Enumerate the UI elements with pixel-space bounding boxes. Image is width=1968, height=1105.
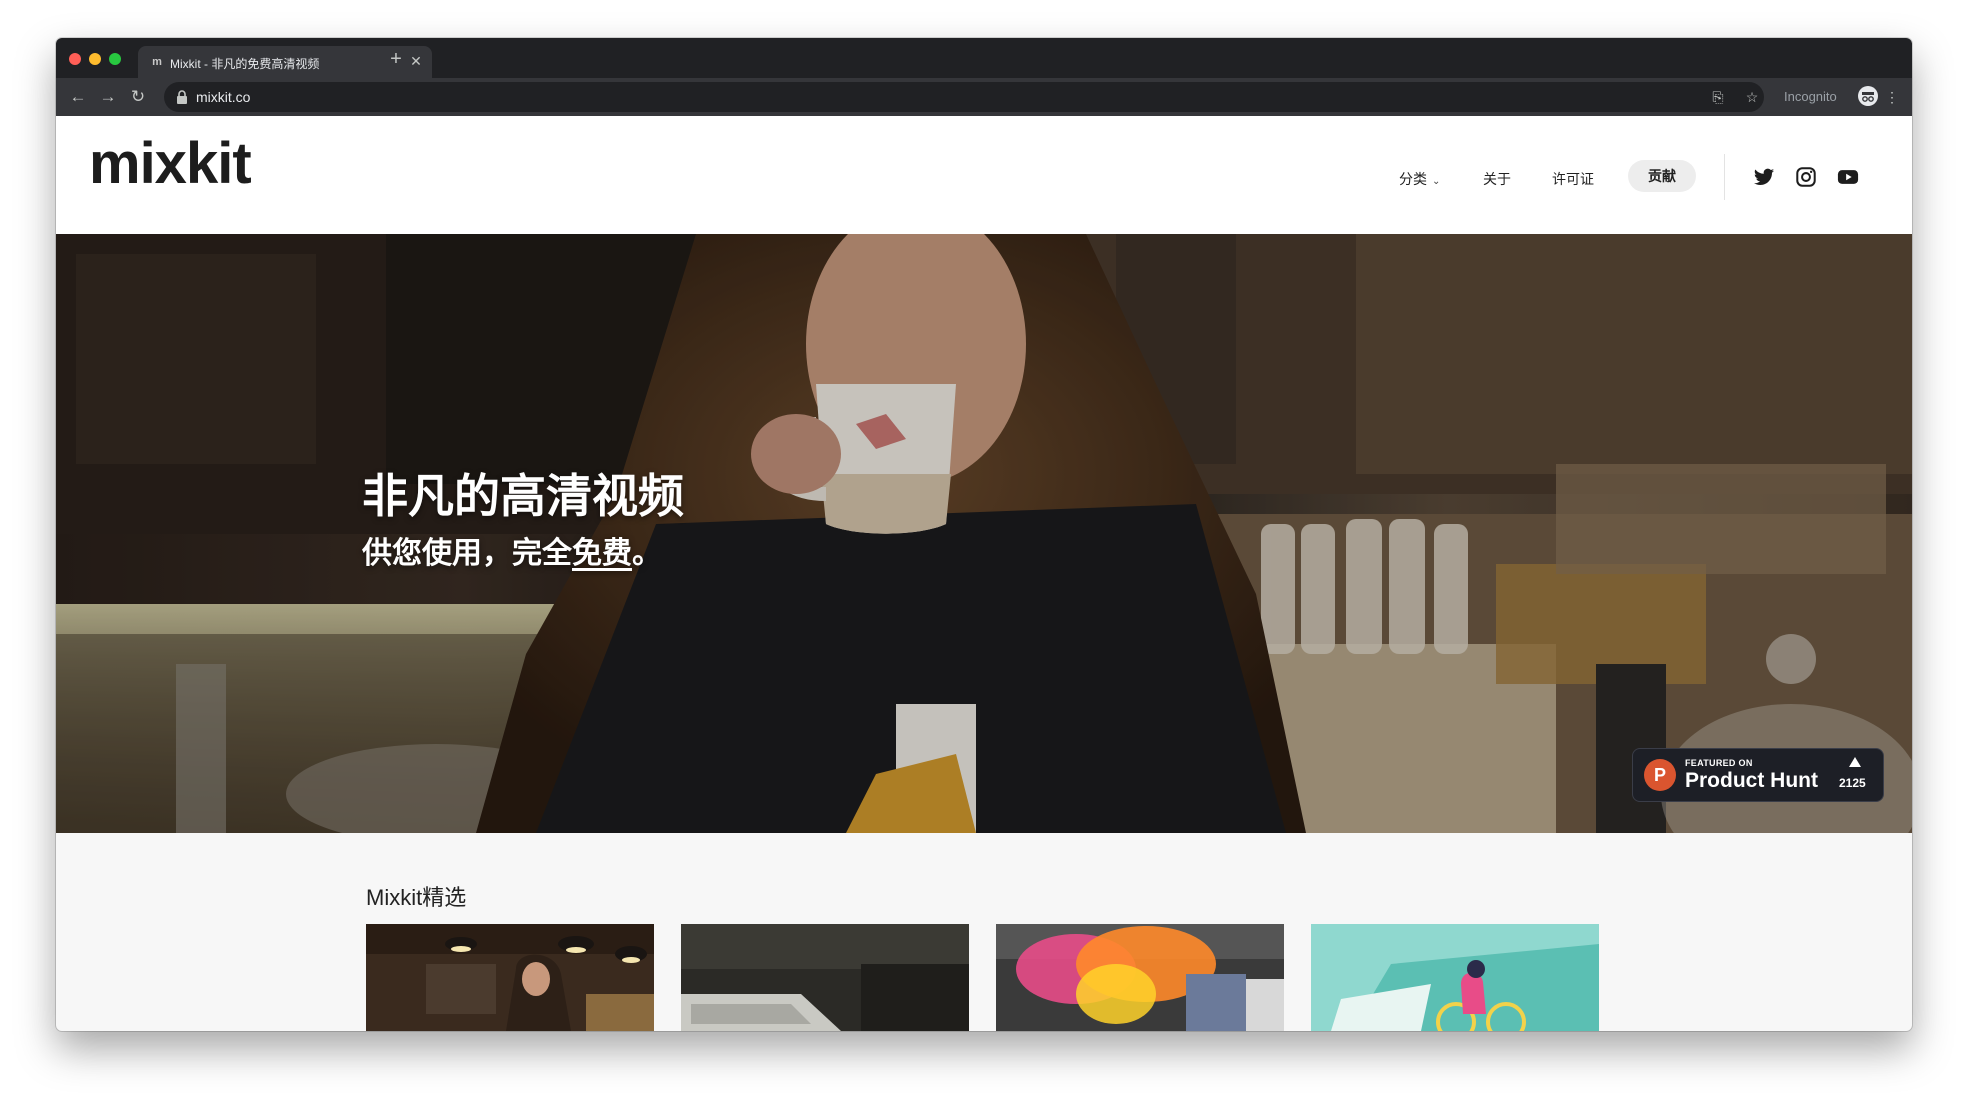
contribute-button[interactable]: 贡献 [1628,160,1696,192]
hero-subtitle-free[interactable]: 免费 [572,537,632,570]
incognito-icon[interactable] [1858,86,1878,106]
hero-video[interactable]: 非凡的高清视频 供您使用，完全免费。 P FEATURED ON Product… [56,234,1912,833]
youtube-icon[interactable] [1837,166,1859,188]
hero-subtitle: 供您使用，完全免费。 [362,528,662,572]
nav-license[interactable]: 许可证 [1552,169,1594,189]
hero-background-image [56,234,1912,833]
chevron-down-icon: ⌄ [1432,176,1441,187]
video-thumbnail[interactable] [996,924,1284,1031]
upvote-count: 2125 [1839,776,1866,790]
thumbnail-color-smoke-image [996,924,1284,1031]
video-thumbnail[interactable] [1311,924,1599,1031]
product-hunt-badge[interactable]: P FEATURED ON Product Hunt 2125 [1632,748,1884,802]
favicon-icon: m [152,56,162,68]
nav-divider [1724,154,1725,200]
site-header: mixkit 分类 ⌄ 关于 许可证 贡献 [56,116,1912,234]
forward-arrow-icon[interactable]: → [98,87,118,107]
nav-about[interactable]: 关于 [1483,169,1511,189]
thumbnail-laptop-image [681,924,969,1031]
translate-icon[interactable]: ⎘ [1708,87,1728,107]
hero-title: 非凡的高清视频 [362,470,684,522]
url-text: mixkit.co [196,89,251,105]
upvote-arrow-icon [1849,757,1861,767]
maximize-window-button[interactable] [109,53,121,65]
nav-categories-label: 分类 [1399,171,1427,187]
mixkit-logo[interactable]: mixkit [89,130,252,197]
plus-icon[interactable]: + [386,49,406,70]
browser-toolbar: ← → ↻ mixkit.co ⎘ ☆ Incognito ⋮ [56,78,1912,116]
product-hunt-icon: P [1644,759,1676,791]
thumbnail-cyclist-animation-image [1311,924,1599,1031]
incognito-label: Incognito [1784,89,1837,104]
address-bar[interactable]: mixkit.co [164,82,1764,112]
featured-section-title: Mixkit精选 [366,885,467,910]
close-window-button[interactable] [69,53,81,65]
lock-icon [177,90,187,104]
twitter-icon[interactable] [1753,166,1775,188]
minimize-window-button[interactable] [89,53,101,65]
product-hunt-name: Product Hunt [1685,769,1818,792]
thumbnail-cafe-image [366,924,654,1031]
product-hunt-featured-text: FEATURED ON [1685,758,1753,768]
nav-categories[interactable]: 分类 ⌄ [1399,169,1440,189]
hero-subtitle-prefix: 供您使用，完全 [362,537,572,570]
hero-subtitle-suffix: 。 [632,537,662,570]
more-vert-icon[interactable]: ⋮ [1882,87,1902,107]
instagram-icon[interactable] [1795,166,1817,188]
reload-icon[interactable]: ↻ [128,87,148,107]
close-icon[interactable]: ✕ [408,53,424,69]
tab-bar: m Mixkit - 非凡的免费高清视频 ✕ + [56,38,1912,78]
back-arrow-icon[interactable]: ← [68,87,88,107]
video-thumbnail[interactable] [366,924,654,1031]
video-thumbnail[interactable] [681,924,969,1031]
browser-window: m Mixkit - 非凡的免费高清视频 ✕ + ← → ↻ mixkit.co… [56,38,1912,1031]
tab-title: Mixkit - 非凡的免费高清视频 [170,57,320,71]
star-icon[interactable]: ☆ [1742,87,1762,107]
